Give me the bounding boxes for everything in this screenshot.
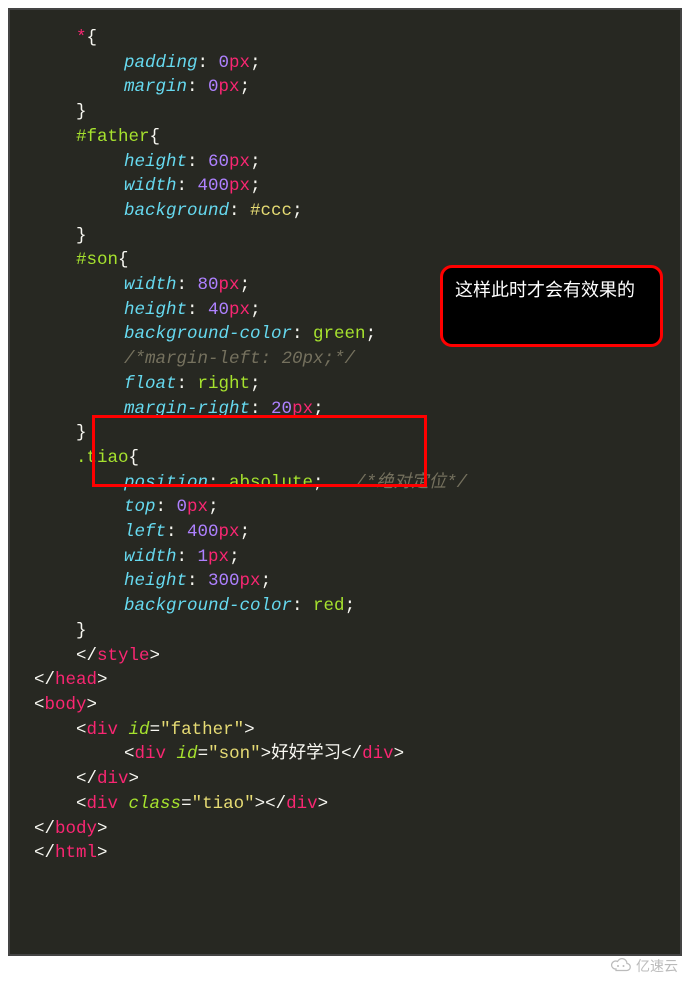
watermark-text: 亿速云 [636, 956, 678, 976]
selector-father: #father [76, 127, 150, 147]
div-son-text: 好好学习 [271, 744, 341, 764]
comment-absolute: /*绝对定位*/ [355, 473, 467, 493]
cloud-icon [610, 958, 632, 975]
comment-margin-left: /*margin-left: 20px;*/ [124, 349, 355, 369]
annotation-note: 这样此时才会有效果的 [440, 265, 663, 347]
selector-tiao: .tiao [76, 448, 129, 468]
annotation-text: 这样此时才会有效果的 [455, 280, 635, 300]
selector-son: #son [76, 250, 118, 270]
selector-star: * [76, 28, 87, 48]
code-editor: *{ padding: 0px; margin: 0px; } #father{… [8, 8, 682, 956]
watermark: 亿速云 [610, 956, 678, 976]
